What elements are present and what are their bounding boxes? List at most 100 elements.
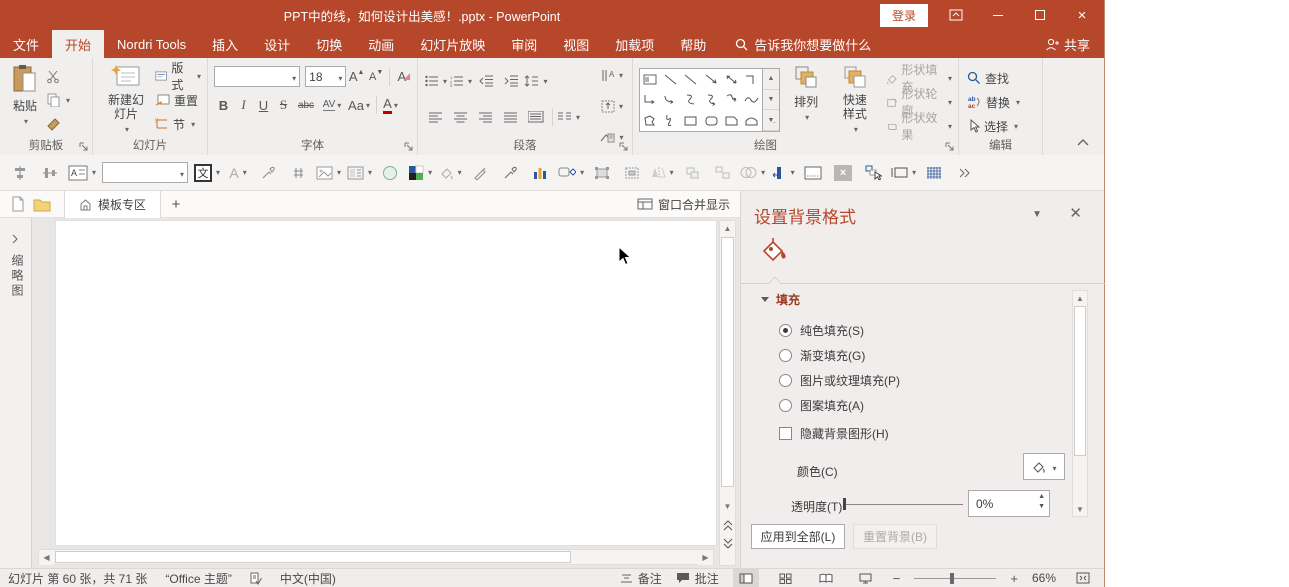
tab-nordri-tools[interactable]: Nordri Tools bbox=[104, 30, 199, 58]
language-status[interactable]: 中文(中国) bbox=[280, 570, 336, 587]
clear-formatting-button[interactable]: A◢ bbox=[394, 67, 413, 87]
eyedropper2-icon[interactable] bbox=[498, 160, 522, 186]
section-button[interactable]: 节 bbox=[153, 114, 203, 134]
format-painter-button[interactable] bbox=[44, 114, 72, 134]
gridlines-icon[interactable] bbox=[922, 160, 946, 186]
option-hide-background[interactable]: 隐藏背景图形(H) bbox=[779, 425, 889, 442]
italic-button[interactable]: I bbox=[234, 95, 253, 115]
distribute-text-button[interactable] bbox=[524, 104, 548, 130]
text-style-box-icon[interactable]: A bbox=[68, 160, 96, 186]
layout-tool-icon[interactable] bbox=[347, 160, 372, 186]
align-center-button[interactable] bbox=[449, 104, 473, 130]
bullets-button[interactable] bbox=[424, 68, 448, 94]
reset-button[interactable]: 重置 bbox=[153, 90, 203, 110]
drawing-dialog-launcher-icon[interactable] bbox=[945, 142, 955, 152]
new-file-icon[interactable] bbox=[6, 191, 30, 217]
tab-view[interactable]: 视图 bbox=[550, 30, 602, 58]
tab-home[interactable]: 开始 bbox=[52, 30, 104, 58]
quick-styles-button[interactable]: 快速样式 bbox=[832, 62, 877, 136]
numbering-button[interactable]: 123 bbox=[449, 68, 473, 94]
bold-button[interactable]: B bbox=[214, 95, 233, 115]
tab-animations[interactable]: 动画 bbox=[355, 30, 407, 58]
fill-tab-bucket-icon[interactable] bbox=[759, 237, 789, 265]
horizontal-scrollbar[interactable]: ◀ ▶ bbox=[38, 549, 714, 565]
zoom-percentage[interactable]: 66% bbox=[1032, 571, 1056, 585]
multi-select-icon[interactable] bbox=[861, 160, 885, 186]
align-text-button[interactable] bbox=[600, 93, 624, 119]
decrease-indent-button[interactable] bbox=[474, 68, 498, 94]
zoom-in-button[interactable] bbox=[1010, 571, 1018, 586]
spellcheck-status[interactable] bbox=[250, 572, 262, 585]
radio-gradient-fill[interactable] bbox=[779, 349, 792, 362]
option-solid-fill[interactable]: 纯色填充(S) bbox=[779, 322, 864, 339]
pane-scroll-down-icon[interactable]: ▼ bbox=[1073, 502, 1087, 516]
apply-to-all-button[interactable]: 应用到全部(L) bbox=[751, 524, 845, 549]
replace-button[interactable]: abac 替换 bbox=[965, 92, 1038, 112]
ribbon-display-options-icon[interactable] bbox=[942, 4, 970, 26]
tell-me-search[interactable]: 告诉我你想要做什么 bbox=[735, 30, 871, 58]
columns-button[interactable] bbox=[557, 104, 581, 130]
scroll-right-icon[interactable]: ▶ bbox=[698, 550, 713, 565]
radio-pattern-fill[interactable] bbox=[779, 399, 792, 412]
chart-tool-icon[interactable] bbox=[528, 160, 552, 186]
character-spacing-button[interactable]: AV bbox=[319, 95, 345, 115]
share-button[interactable]: 共享 bbox=[1045, 30, 1090, 58]
minimize-button[interactable] bbox=[984, 4, 1012, 26]
delete-tool-icon[interactable]: × bbox=[831, 160, 855, 186]
zoom-out-button[interactable] bbox=[893, 571, 901, 586]
shape-scribble-icon[interactable] bbox=[662, 113, 679, 128]
transparency-slider-track[interactable] bbox=[845, 504, 963, 505]
new-slide-button[interactable]: 新建幻灯片 bbox=[99, 62, 153, 136]
shape-double-arrow-icon[interactable] bbox=[723, 72, 740, 87]
text-direction-button[interactable]: A bbox=[600, 62, 624, 88]
pane-scroll-up-icon[interactable]: ▲ bbox=[1073, 291, 1087, 305]
shape-snip-rectangle-icon[interactable] bbox=[723, 113, 740, 128]
increase-indent-button[interactable] bbox=[499, 68, 523, 94]
tab-insert[interactable]: 插入 bbox=[199, 30, 251, 58]
vertical-scrollbar[interactable]: ▲ ▼ bbox=[719, 220, 736, 566]
eyedropper-icon[interactable] bbox=[256, 160, 280, 186]
pin-tool-icon[interactable] bbox=[286, 160, 310, 186]
strikethrough-button[interactable]: abc bbox=[294, 95, 318, 115]
justify-button[interactable] bbox=[499, 104, 523, 130]
slide-canvas[interactable] bbox=[55, 220, 717, 546]
shape-curly-arrow-icon[interactable] bbox=[723, 92, 740, 107]
normal-view-button[interactable] bbox=[733, 569, 759, 587]
option-picture-fill[interactable]: 图片或纹理填充(P) bbox=[779, 372, 900, 389]
tab-slideshow[interactable]: 幻灯片放映 bbox=[407, 30, 498, 58]
radio-solid-fill[interactable] bbox=[779, 324, 792, 337]
grow-font-button[interactable]: A▲ bbox=[347, 67, 366, 87]
fit-slide-button[interactable] bbox=[1070, 569, 1096, 587]
underline-button[interactable]: U bbox=[254, 95, 273, 115]
arrange-button[interactable]: 排列 bbox=[786, 62, 826, 136]
font-color-button[interactable]: A bbox=[381, 95, 400, 115]
group-tool-icon[interactable] bbox=[680, 160, 704, 186]
fill-bucket-icon[interactable] bbox=[438, 160, 462, 186]
tab-file[interactable]: 文件 bbox=[0, 30, 52, 58]
shapes-gallery[interactable] bbox=[639, 68, 763, 132]
shape-merge-icon[interactable] bbox=[558, 160, 584, 186]
find-button[interactable]: 查找 bbox=[965, 68, 1038, 88]
font-dialog-launcher-icon[interactable] bbox=[404, 142, 414, 152]
copy-button[interactable] bbox=[44, 90, 72, 110]
shapes-scroll-up-icon[interactable]: ▲ bbox=[763, 69, 779, 90]
font-format-icon[interactable]: A bbox=[226, 160, 250, 186]
login-button[interactable]: 登录 bbox=[880, 4, 928, 27]
spin-up-icon[interactable]: ▲ bbox=[1038, 493, 1045, 500]
zoom-slider-thumb[interactable] bbox=[950, 573, 954, 584]
pane-options-dropdown-icon[interactable]: ▼ bbox=[1032, 209, 1042, 220]
theme-status[interactable]: “Office 主题” bbox=[165, 570, 231, 587]
document-tab-template[interactable]: 模板专区 bbox=[64, 191, 161, 218]
align-horizontal-icon[interactable] bbox=[8, 160, 32, 186]
transform2-tool-icon[interactable] bbox=[620, 160, 644, 186]
pen-tool-icon[interactable] bbox=[468, 160, 492, 186]
pane-scroll-thumb[interactable] bbox=[1074, 306, 1086, 456]
close-button[interactable]: × bbox=[1068, 4, 1096, 26]
radio-picture-fill[interactable] bbox=[779, 374, 792, 387]
align-to-slide-icon[interactable] bbox=[771, 160, 795, 186]
zoom-slider[interactable] bbox=[914, 578, 996, 579]
checkbox-hide-background[interactable] bbox=[779, 427, 792, 440]
circle-tool-icon[interactable] bbox=[378, 160, 402, 186]
shape-rounded-rectangle-icon[interactable] bbox=[703, 113, 720, 128]
clipboard-dialog-launcher-icon[interactable] bbox=[79, 142, 89, 152]
